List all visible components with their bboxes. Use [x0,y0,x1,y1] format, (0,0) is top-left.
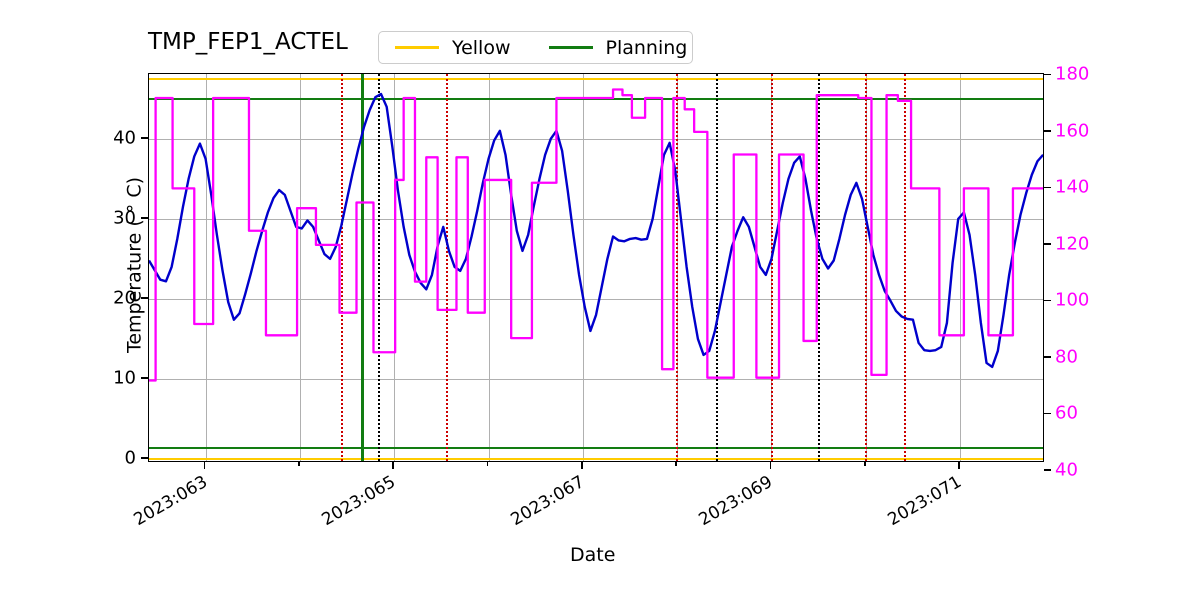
y2-tick-label: 40 [1055,459,1078,481]
x-tick [203,462,206,469]
y2-tick [1044,299,1051,302]
x-tick [298,462,300,466]
x-tick [675,462,677,466]
y2-tick-label: 180 [1055,63,1090,85]
chart-legend: Yellow Planning [378,31,693,64]
y2-tick-label: 80 [1055,346,1078,368]
y2-tick-label: 100 [1055,289,1090,311]
x-tick [486,462,489,466]
legend-item-planning: Planning [548,36,688,59]
x-tick-label: 2023:071 [884,472,966,531]
y2-tick [1044,243,1051,245]
y2-tick-label: 60 [1055,402,1078,424]
y2-tick [1044,412,1051,415]
legend-item-yellow: Yellow [395,37,511,59]
x-tick-label: 2023:069 [695,472,777,531]
y2-tick [1044,73,1051,76]
series-pitch [149,88,1043,382]
legend-swatch-planning [548,46,593,49]
x-tick-label: 2023:065 [318,472,400,531]
x-tick [769,462,772,469]
y2-tick [1044,130,1051,132]
x-tick [864,462,866,466]
legend-swatch-yellow [395,46,439,49]
y2-tick [1044,186,1051,189]
y2-tick [1044,469,1051,471]
y2-tick-label: 140 [1055,176,1090,198]
data-traces [149,74,1043,461]
x-axis-title: Date [570,544,616,566]
y-axis-title: Temperature ( ° C) [123,176,146,353]
y2-tick [1044,356,1051,358]
legend-label-yellow: Yellow [452,36,511,59]
x-tick-label: 2023:067 [507,472,588,531]
page-title: TMP_FEP1_ACTEL [148,29,348,55]
trace-svg [149,88,1043,382]
plot-area [148,73,1044,462]
x-tick [958,462,960,469]
series-temperature [149,92,1043,369]
y2-tick-label: 160 [1055,120,1090,142]
chart-root: TMP_FEP1_ACTEL Yellow Planning 2023:063 2… [0,0,1200,600]
legend-label-planning: Planning [605,36,688,59]
x-tick [392,462,394,469]
x-tick [581,462,583,469]
y2-tick-label: 120 [1055,233,1090,255]
x-tick-label: 2023:063 [130,472,211,531]
